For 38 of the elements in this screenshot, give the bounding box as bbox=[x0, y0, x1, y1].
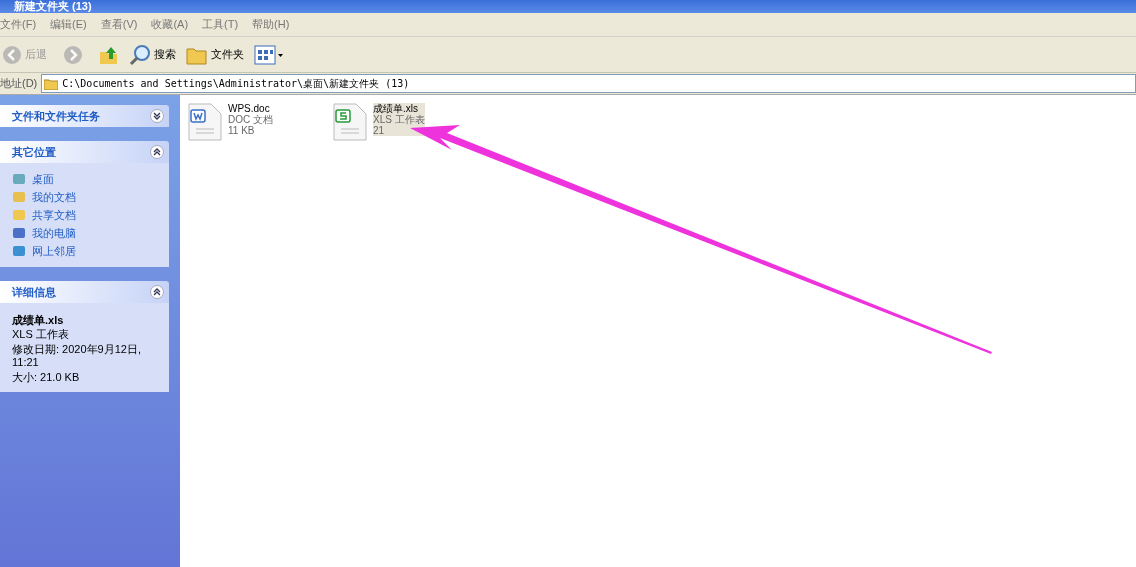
file-icon bbox=[188, 103, 222, 141]
place-icon bbox=[12, 172, 26, 186]
place-link[interactable]: 网上邻居 bbox=[32, 242, 76, 260]
toolbar-button[interactable]: 文件夹 bbox=[184, 39, 246, 70]
expand-chevron-icon[interactable] bbox=[150, 109, 164, 123]
detail-text: 修改日期: 2020年9月12日, 11:21 bbox=[12, 343, 142, 369]
collapse-chevron-icon[interactable] bbox=[150, 145, 164, 159]
place-link[interactable]: 我的文档 bbox=[32, 188, 76, 206]
panel-header[interactable]: 其它位置 bbox=[0, 141, 169, 163]
place-link[interactable]: 桌面 bbox=[32, 170, 54, 188]
menu-item[interactable]: 文件(F) bbox=[0, 16, 37, 33]
file-label[interactable]: WPS.doc DOC 文档 11 KB bbox=[228, 103, 273, 136]
folder-icon bbox=[44, 77, 59, 90]
place-link[interactable]: 我的电脑 bbox=[32, 224, 76, 242]
place-icon bbox=[12, 244, 26, 258]
menu-item[interactable]: 帮助(H) bbox=[252, 16, 290, 33]
menu-item[interactable]: 工具(T) bbox=[202, 16, 239, 33]
place-icon bbox=[12, 190, 26, 204]
place-icon bbox=[12, 226, 26, 240]
menu-item[interactable]: 查看(V) bbox=[100, 16, 138, 33]
collapse-chevron-icon[interactable] bbox=[150, 285, 164, 299]
address-label: 地址(D) bbox=[0, 76, 38, 92]
detail-text: 大小: 21.0 KB bbox=[12, 371, 81, 384]
file-label[interactable]: 成绩单.xls XLS 工作表 21 bbox=[373, 103, 425, 136]
panel-header[interactable]: 文件和文件夹任务 bbox=[0, 105, 169, 127]
address-field[interactable]: C:\Documents and Settings\Administrator\桌面\新建文件夹 (13) bbox=[41, 74, 1136, 93]
menu-item[interactable]: 编辑(E) bbox=[50, 16, 87, 33]
panel-header[interactable]: 详细信息 bbox=[0, 281, 169, 303]
search-icon bbox=[129, 43, 151, 66]
window-title: 新建文件夹 (13) bbox=[14, 0, 92, 13]
views-icon bbox=[254, 44, 284, 65]
detail-text: XLS 工作表 bbox=[12, 328, 70, 341]
file-icon bbox=[333, 103, 367, 141]
detail-name: 成绩单.xls bbox=[12, 315, 65, 326]
place-icon bbox=[12, 208, 26, 222]
menu-item[interactable]: 收藏(A) bbox=[151, 16, 189, 33]
toolbar-button[interactable]: 搜索 bbox=[127, 39, 178, 70]
place-link[interactable]: 共享文档 bbox=[32, 206, 76, 224]
